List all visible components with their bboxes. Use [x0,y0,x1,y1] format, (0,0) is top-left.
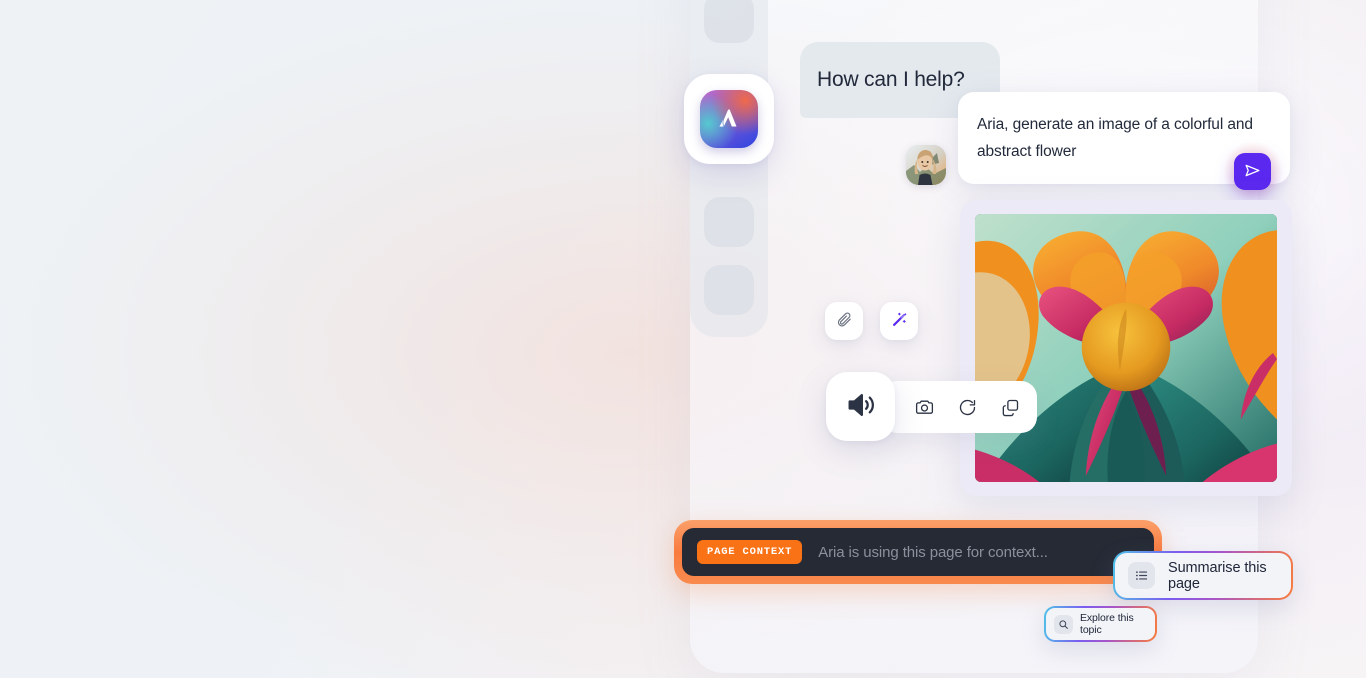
avatar [906,145,946,185]
speaker-icon [844,388,878,425]
page-context-badge: PAGE CONTEXT [697,540,803,564]
list-icon [1128,562,1155,589]
page-context-input-wrap[interactable]: PAGE CONTEXT Aria is using this page for… [682,528,1154,576]
generated-image-card [960,200,1292,496]
chip-label: Explore this topic [1080,612,1134,636]
suggestion-chip-explore[interactable]: Explore this topic [1044,606,1157,642]
generated-flower-image [975,214,1277,482]
magic-wand-button[interactable] [880,302,918,340]
page-context-placeholder: Aria is using this page for context... [818,543,1048,561]
magic-wand-icon [890,311,908,332]
sidebar-placeholder-item [704,197,754,247]
read-aloud-button[interactable] [826,372,895,441]
send-button[interactable] [1234,153,1271,190]
camera-icon[interactable] [913,396,935,418]
suggestion-chip-summarise[interactable]: Summarise this page [1113,551,1293,600]
sidebar-placeholder-item [704,265,754,315]
aria-logo-icon [700,90,758,148]
answer-action-toolbar [881,381,1037,433]
chip-inner: Explore this topic [1046,608,1155,640]
sidebar-placeholder-item [704,0,754,43]
paperclip-icon [836,311,853,331]
copy-icon[interactable] [999,396,1021,418]
chip-label: Summarise this page [1168,559,1267,592]
sidebar-strip [690,0,768,337]
chip-inner: Summarise this page [1115,553,1291,598]
search-icon [1054,614,1073,634]
attach-button[interactable] [825,302,863,340]
greeting-text: How can I help? [817,68,965,91]
send-icon [1243,161,1262,183]
refresh-icon[interactable] [956,396,978,418]
page-context-bar[interactable]: PAGE CONTEXT Aria is using this page for… [674,520,1162,584]
aria-logo-tile[interactable] [684,74,774,164]
app-stage: How can I help? Aria, generate an image … [0,0,1366,678]
